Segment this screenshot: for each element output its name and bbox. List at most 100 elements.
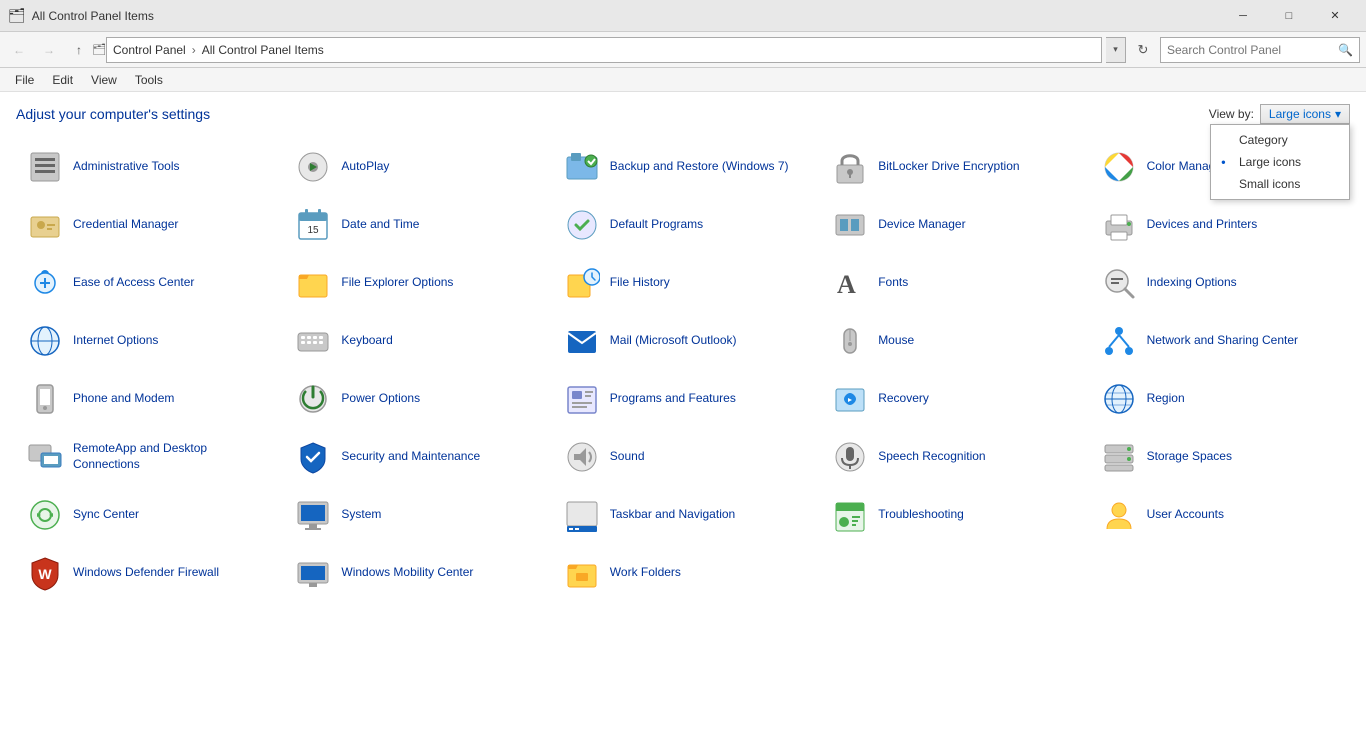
control-item-15[interactable]: Internet Options (16, 314, 276, 368)
control-item-12[interactable]: File History (553, 256, 813, 310)
control-item-1[interactable]: AutoPlay (284, 140, 544, 194)
item-label-10: Ease of Access Center (73, 275, 194, 291)
control-item-8[interactable]: Device Manager (821, 198, 1081, 252)
control-item-3[interactable]: BitLocker Drive Encryption (821, 140, 1081, 194)
restore-button[interactable]: □ (1266, 0, 1312, 32)
control-item-34[interactable]: User Accounts (1090, 488, 1350, 542)
item-icon-17 (562, 321, 602, 361)
item-icon-14 (1099, 263, 1139, 303)
item-label-5: Credential Manager (73, 217, 178, 233)
control-item-0[interactable]: Administrative Tools (16, 140, 276, 194)
address-dropdown-button[interactable]: ▾ (1106, 37, 1126, 63)
item-icon-34 (1099, 495, 1139, 535)
item-icon-35: W (25, 553, 65, 593)
breadcrumb-separator: › (192, 43, 196, 57)
item-icon-36 (293, 553, 333, 593)
control-item-17[interactable]: Mail (Microsoft Outlook) (553, 314, 813, 368)
control-item-36[interactable]: Windows Mobility Center (284, 546, 544, 600)
refresh-button[interactable]: ↻ (1130, 37, 1156, 63)
control-item-19[interactable]: Network and Sharing Center (1090, 314, 1350, 368)
control-item-24[interactable]: Region (1090, 372, 1350, 426)
breadcrumb-control-panel[interactable]: Control Panel (113, 43, 186, 57)
control-item-20[interactable]: Phone and Modem (16, 372, 276, 426)
item-label-23: Recovery (878, 391, 929, 407)
item-icon-33 (830, 495, 870, 535)
item-icon-4 (1099, 147, 1139, 187)
svg-text:15: 15 (308, 225, 320, 236)
item-icon-25 (25, 437, 65, 477)
svg-text:A: A (837, 270, 856, 299)
view-by-button[interactable]: Large icons ▾ (1260, 104, 1350, 124)
up-button[interactable]: ↑ (66, 37, 92, 63)
dropdown-category[interactable]: Category (1211, 129, 1349, 151)
item-label-25: RemoteApp and Desktop Connections (73, 441, 267, 472)
dropdown-large-icons[interactable]: Large icons (1211, 151, 1349, 173)
menu-view[interactable]: View (82, 70, 126, 90)
control-item-28[interactable]: Speech Recognition (821, 430, 1081, 484)
item-label-24: Region (1147, 391, 1185, 407)
control-item-5[interactable]: Credential Manager (16, 198, 276, 252)
item-icon-31 (293, 495, 333, 535)
item-label-20: Phone and Modem (73, 391, 174, 407)
control-item-7[interactable]: Default Programs (553, 198, 813, 252)
control-item-13[interactable]: AFonts (821, 256, 1081, 310)
control-item-18[interactable]: Mouse (821, 314, 1081, 368)
minimize-button[interactable]: ─ (1220, 0, 1266, 32)
app-icon: 🗂 (8, 7, 26, 24)
item-icon-23 (830, 379, 870, 419)
menu-tools[interactable]: Tools (126, 70, 172, 90)
item-icon-7 (562, 205, 602, 245)
svg-text:W: W (38, 566, 52, 582)
control-item-25[interactable]: RemoteApp and Desktop Connections (16, 430, 276, 484)
control-item-21[interactable]: Power Options (284, 372, 544, 426)
menu-file[interactable]: File (6, 70, 43, 90)
folder-icon: 🗂 (96, 37, 102, 63)
menu-edit[interactable]: Edit (43, 70, 82, 90)
forward-button[interactable]: → (36, 37, 62, 63)
view-by-dropdown: Category Large icons Small icons (1210, 124, 1350, 200)
item-label-34: User Accounts (1147, 507, 1224, 523)
control-item-30[interactable]: Sync Center (16, 488, 276, 542)
title-bar-left: 🗂 All Control Panel Items (8, 7, 154, 24)
control-item-33[interactable]: Troubleshooting (821, 488, 1081, 542)
control-item-26[interactable]: Security and Maintenance (284, 430, 544, 484)
item-label-6: Date and Time (341, 217, 419, 233)
control-item-16[interactable]: Keyboard (284, 314, 544, 368)
item-icon-9 (1099, 205, 1139, 245)
search-box: 🔍 (1160, 37, 1360, 63)
chevron-down-icon: ▾ (1335, 107, 1341, 121)
control-item-11[interactable]: File Explorer Options (284, 256, 544, 310)
control-item-6[interactable]: 15 Date and Time (284, 198, 544, 252)
control-item-27[interactable]: Sound (553, 430, 813, 484)
control-item-31[interactable]: System (284, 488, 544, 542)
menu-bar: File Edit View Tools (0, 68, 1366, 92)
control-item-29[interactable]: Storage Spaces (1090, 430, 1350, 484)
item-label-19: Network and Sharing Center (1147, 333, 1298, 349)
control-item-10[interactable]: Ease of Access Center (16, 256, 276, 310)
control-item-22[interactable]: Programs and Features (553, 372, 813, 426)
close-button[interactable]: ✕ (1312, 0, 1358, 32)
control-item-9[interactable]: Devices and Printers (1090, 198, 1350, 252)
back-button[interactable]: ← (6, 37, 32, 63)
search-icon: 🔍 (1338, 43, 1353, 57)
control-item-2[interactable]: Backup and Restore (Windows 7) (553, 140, 813, 194)
control-item-32[interactable]: Taskbar and Navigation (553, 488, 813, 542)
item-icon-1 (293, 147, 333, 187)
item-label-31: System (341, 507, 381, 523)
item-label-32: Taskbar and Navigation (610, 507, 735, 523)
dropdown-small-icons[interactable]: Small icons (1211, 173, 1349, 195)
item-icon-28 (830, 437, 870, 477)
search-input[interactable] (1167, 43, 1334, 57)
control-item-35[interactable]: WWindows Defender Firewall (16, 546, 276, 600)
control-item-37[interactable]: Work Folders (553, 546, 813, 600)
control-item-23[interactable]: Recovery (821, 372, 1081, 426)
address-path[interactable]: Control Panel › All Control Panel Items (106, 37, 1102, 63)
item-icon-22 (562, 379, 602, 419)
item-label-0: Administrative Tools (73, 159, 180, 175)
item-label-14: Indexing Options (1147, 275, 1237, 291)
item-icon-8 (830, 205, 870, 245)
item-icon-24 (1099, 379, 1139, 419)
control-item-14[interactable]: Indexing Options (1090, 256, 1350, 310)
item-icon-18 (830, 321, 870, 361)
breadcrumb-all-items[interactable]: All Control Panel Items (202, 43, 324, 57)
